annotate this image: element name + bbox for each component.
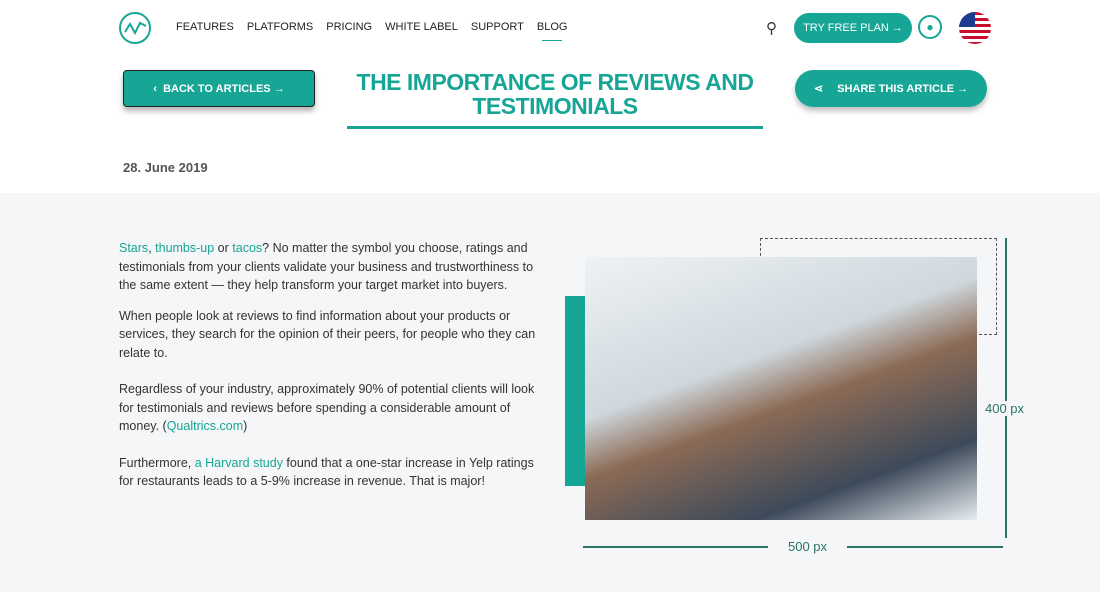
title-underline bbox=[347, 126, 763, 129]
link-tacos[interactable]: tacos bbox=[232, 241, 262, 255]
article-body: Stars, thumbs-up or tacos? No matter the… bbox=[0, 193, 1100, 592]
try-free-plan-button[interactable]: TRY FREE PLAN → bbox=[794, 13, 912, 43]
nav-pricing[interactable]: PRICING bbox=[326, 21, 372, 33]
top-nav: FEATURES PLATFORMS PRICING WHITE LABEL S… bbox=[0, 0, 1100, 56]
logo[interactable] bbox=[119, 12, 151, 44]
nav-features[interactable]: FEATURES bbox=[176, 21, 234, 33]
nav-blog[interactable]: BLOG bbox=[537, 21, 567, 41]
paragraph-2: When people look at reviews to find info… bbox=[119, 308, 536, 360]
nav-white-label[interactable]: WHITE LABEL bbox=[385, 21, 458, 33]
paragraph-1: Stars, thumbs-up or tacos? No matter the… bbox=[119, 241, 534, 292]
back-to-articles-button[interactable]: ‹ BACK TO ARTICLES → bbox=[123, 70, 315, 107]
link-thumbs-up[interactable]: thumbs-up bbox=[155, 241, 214, 255]
paragraph-3: Regardless of your industry, approximate… bbox=[119, 382, 535, 433]
chevron-left-icon: ‹ bbox=[153, 82, 164, 95]
link-qualtrics[interactable]: Qualtrics.com bbox=[167, 419, 243, 433]
share-icon: ⋖ bbox=[813, 83, 824, 95]
link-stars[interactable]: Stars bbox=[119, 241, 148, 255]
article-date: 28. June 2019 bbox=[123, 160, 208, 175]
width-label: 500 px bbox=[768, 539, 848, 554]
user-icon[interactable]: ● bbox=[918, 15, 942, 39]
nav-support[interactable]: SUPPORT bbox=[471, 21, 524, 33]
height-arrow bbox=[1005, 238, 1007, 538]
page-title: THE IMPORTANCE OF REVIEWS AND TESTIMONIA… bbox=[356, 69, 754, 119]
height-label: 400 px bbox=[985, 401, 1025, 416]
link-harvard-study[interactable]: a Harvard study bbox=[195, 456, 283, 470]
paragraph-4: Furthermore, a Harvard study found that … bbox=[119, 455, 534, 489]
accent-bar bbox=[565, 296, 585, 486]
share-article-button[interactable]: ⋖ SHARE THIS ARTICLE → bbox=[795, 70, 987, 107]
us-flag-icon[interactable] bbox=[959, 12, 991, 44]
search-icon[interactable]: ⚲ bbox=[766, 19, 777, 37]
nav-platforms[interactable]: PLATFORMS bbox=[247, 21, 313, 33]
article-image-thumbs-up bbox=[585, 257, 977, 520]
